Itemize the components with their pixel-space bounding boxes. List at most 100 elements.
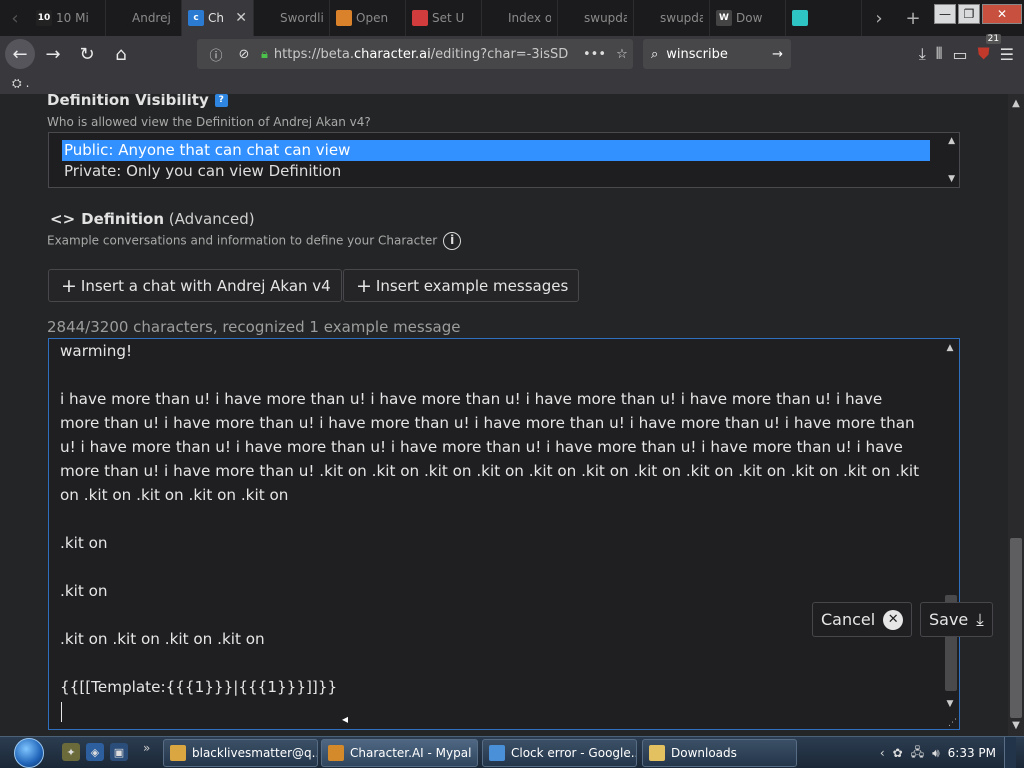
definition-textarea[interactable]: warming! i have more than u! i have more…	[48, 338, 960, 730]
bookmark-item[interactable]: .	[26, 76, 30, 90]
clock[interactable]: 6:33 PM	[948, 746, 996, 760]
tab-label: 10 Mi	[56, 11, 89, 25]
browser-tab[interactable]: c Ch ✕	[182, 0, 254, 36]
reload-icon[interactable]: ↻	[71, 38, 103, 70]
visibility-option-private[interactable]: Private: Only you can view Definition	[62, 161, 930, 182]
ublock-icon[interactable]: ⛊ 21	[978, 34, 1002, 64]
browser-tab[interactable]: 10 10 Mi	[30, 0, 106, 36]
navigation-toolbar: ← → ↻ ⌂ ⓘ ⊘ 🔒︎ https://beta.character.ai…	[0, 34, 1024, 72]
lock-icon: 🔒︎	[261, 46, 268, 62]
restore-icon[interactable]: ❐	[958, 4, 980, 24]
taskbar-task[interactable]: Character.AI - Mypal	[321, 739, 478, 767]
library-icon[interactable]: ⫴	[936, 44, 943, 64]
tab-favicon-icon: c	[188, 10, 204, 26]
bookmark-star-icon[interactable]: ☆	[611, 47, 633, 62]
browser-tab[interactable]: Set U	[406, 0, 482, 36]
tray-app-icon[interactable]: ✿	[893, 746, 903, 760]
scroll-tabs-left-icon[interactable]: ‹	[0, 0, 30, 36]
tab-label: Open	[356, 11, 389, 25]
page-scroll-thumb[interactable]	[1010, 538, 1022, 718]
definition-title: <> Definition (Advanced)	[50, 210, 255, 228]
listbox-scroll-down-icon[interactable]: ▼	[948, 174, 955, 184]
page-scroll-up-icon[interactable]: ▲	[1008, 98, 1024, 112]
insert-chat-button[interactable]: + Insert a chat with Andrej Akan v4	[48, 269, 342, 302]
search-go-icon[interactable]: →	[772, 47, 783, 62]
site-info-icon[interactable]: ⓘ	[205, 45, 227, 64]
task-app-icon	[649, 745, 665, 761]
taskbar-task[interactable]: Clock error - Google...	[482, 739, 637, 767]
menu-icon[interactable]: ☰	[1000, 45, 1014, 64]
editor-scrollbar[interactable]: ▲ ▼	[942, 339, 958, 729]
back-icon[interactable]: ←	[5, 39, 35, 69]
taskbar-task[interactable]: blacklivesmatter@q...	[163, 739, 318, 767]
browser-tab[interactable]: Andrej Ak	[106, 0, 182, 36]
tab-label: Index of /	[508, 11, 551, 25]
volume-icon[interactable]: 🔊︎	[932, 746, 940, 761]
insert-example-messages-button[interactable]: + Insert example messages	[343, 269, 580, 302]
close-tab-icon[interactable]: ✕	[235, 10, 247, 26]
browser-tab[interactable]: Open	[330, 0, 406, 36]
tab-favicon-icon	[336, 10, 352, 26]
code-icon: <>	[50, 210, 76, 228]
visibility-option-public[interactable]: Public: Anyone that can chat can view	[62, 140, 930, 161]
quick-launch-more-icon[interactable]: »	[143, 741, 150, 755]
extension-icon[interactable]: ⛭	[12, 76, 22, 91]
browser-tab[interactable]: W Dow	[710, 0, 786, 36]
task-app-icon	[489, 745, 505, 761]
text-caret	[61, 702, 62, 722]
start-button[interactable]	[6, 737, 52, 768]
tracking-protection-icon[interactable]: ⊘	[233, 47, 255, 62]
quick-launch-shield-icon[interactable]: ◈	[86, 743, 104, 761]
tab-label: Dow	[736, 11, 763, 25]
tray-expand-icon[interactable]: ‹	[880, 746, 885, 760]
browser-tab[interactable]: Index of /	[482, 0, 558, 36]
definition-visibility-title: Definition Visibility?	[47, 94, 228, 109]
taskbar-task[interactable]: Downloads	[642, 739, 797, 767]
minimize-icon[interactable]: —	[934, 4, 956, 24]
browser-tab[interactable]: swupdate	[634, 0, 710, 36]
page-actions-icon[interactable]: •••	[583, 47, 606, 62]
tab-favicon-icon	[640, 10, 656, 26]
definition-text[interactable]: warming! i have more than u! i have more…	[60, 339, 920, 699]
tab-label: Swordlink	[280, 11, 323, 25]
character-count: 2844/3200 characters, recognized 1 examp…	[47, 318, 461, 336]
url-text[interactable]: https://beta.character.ai/editing?char=-…	[274, 47, 577, 62]
tab-favicon-icon	[112, 10, 128, 26]
editor-scroll-up-icon[interactable]: ▲	[942, 343, 958, 353]
visibility-select[interactable]: Public: Anyone that can chat can view Pr…	[48, 132, 960, 188]
bookmarks-toolbar: ⛭ .	[0, 72, 1024, 94]
cancel-button[interactable]: Cancel ✕	[812, 602, 913, 637]
page-scroll-down-icon[interactable]: ▼	[1008, 720, 1024, 734]
tab-favicon-icon	[260, 10, 276, 26]
taskbar: ✦ ◈ ▣ » blacklivesmatter@q... Character.A…	[0, 736, 1024, 768]
quick-launch-desktop-icon[interactable]: ▣	[110, 743, 128, 761]
info-icon[interactable]: i	[443, 232, 462, 250]
new-tab-icon[interactable]: +	[896, 0, 930, 36]
page-scrollbar[interactable]: ▲ ▼	[1008, 94, 1024, 736]
network-icon[interactable]: 🖧︎	[911, 743, 924, 764]
task-app-icon	[170, 745, 186, 761]
quick-launch-browser-icon[interactable]: ✦	[62, 743, 80, 761]
home-icon[interactable]: ⌂	[105, 38, 137, 70]
search-input[interactable]: winscribe	[666, 47, 764, 62]
forward-icon[interactable]: →	[37, 38, 69, 70]
tab-label: swupdate	[660, 11, 703, 25]
browser-tab[interactable]: Swordlink	[254, 0, 330, 36]
browser-tab[interactable]: swupdate	[558, 0, 634, 36]
scroll-tabs-right-icon[interactable]: ›	[862, 0, 896, 36]
close-window-icon[interactable]: ✕	[982, 4, 1022, 24]
sidebar-icon[interactable]: ▭	[953, 45, 968, 64]
visibility-help-icon[interactable]: ?	[214, 94, 228, 107]
browser-tab[interactable]	[786, 0, 862, 36]
plus-icon: +	[356, 274, 372, 297]
save-button[interactable]: Save ⤓	[920, 602, 993, 637]
url-bar[interactable]: ⓘ ⊘ 🔒︎ https://beta.character.ai/editing…	[197, 39, 633, 69]
tab-label: Andrej Ak	[132, 11, 175, 25]
show-desktop-button[interactable]	[1004, 737, 1016, 768]
listbox-scroll-up-icon[interactable]: ▲	[948, 136, 955, 146]
editor-scroll-down-icon[interactable]: ▼	[942, 699, 958, 709]
tab-label: Ch	[208, 11, 224, 25]
downloads-icon[interactable]: ⤓	[919, 44, 926, 64]
resize-grip-icon[interactable]: ⋰	[948, 718, 957, 728]
search-bar[interactable]: ⌕ winscribe →	[643, 39, 791, 69]
